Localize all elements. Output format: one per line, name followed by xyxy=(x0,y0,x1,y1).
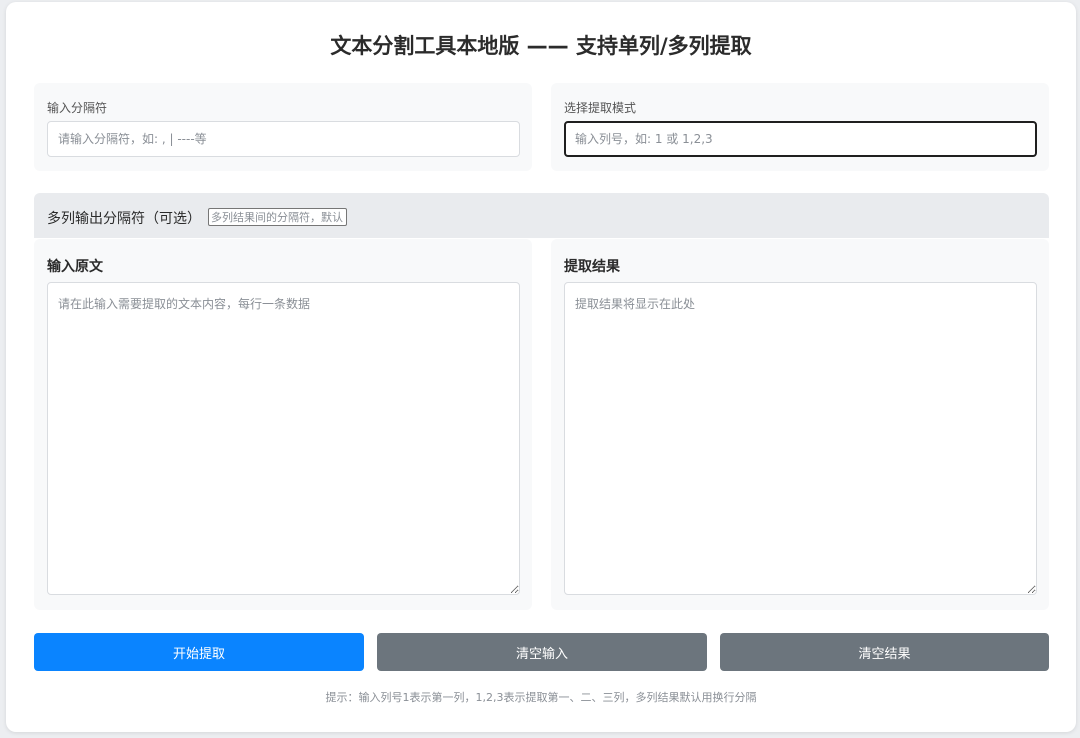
output-area-label: 提取结果 xyxy=(564,259,620,275)
clear-input-button[interactable]: 清空输入 xyxy=(377,633,707,671)
start-extract-button[interactable]: 开始提取 xyxy=(34,633,364,671)
result-text-area[interactable] xyxy=(564,282,1037,595)
page-title: 文本分割工具本地版 —— 支持单列/多列提取 xyxy=(330,34,752,58)
multi-output-label: 多列输出分隔符（可选） xyxy=(47,211,201,227)
multi-output-bar: 多列输出分隔符（可选） xyxy=(34,193,1049,238)
separator-label: 输入分隔符 xyxy=(47,101,108,115)
column-mode-input[interactable] xyxy=(564,121,1037,157)
main-card: 文本分割工具本地版 —— 支持单列/多列提取 输入分隔符 选择提取模式 多列输出… xyxy=(6,2,1076,732)
clear-result-button[interactable]: 清空结果 xyxy=(720,633,1049,671)
output-panel: 提取结果 xyxy=(551,239,1049,610)
source-text-area[interactable] xyxy=(47,282,520,595)
hint-text: 提示：输入列号1表示第一列，1,2,3表示提取第一、二、三列，多列结果默认用换行… xyxy=(325,691,757,704)
separator-input[interactable] xyxy=(47,121,520,157)
input-panel: 输入原文 xyxy=(34,239,532,610)
mode-panel: 选择提取模式 xyxy=(551,83,1049,171)
separator-panel: 输入分隔符 xyxy=(34,83,532,171)
multi-output-separator-input[interactable] xyxy=(208,208,347,226)
input-area-label: 输入原文 xyxy=(47,259,103,275)
mode-label: 选择提取模式 xyxy=(564,101,637,115)
